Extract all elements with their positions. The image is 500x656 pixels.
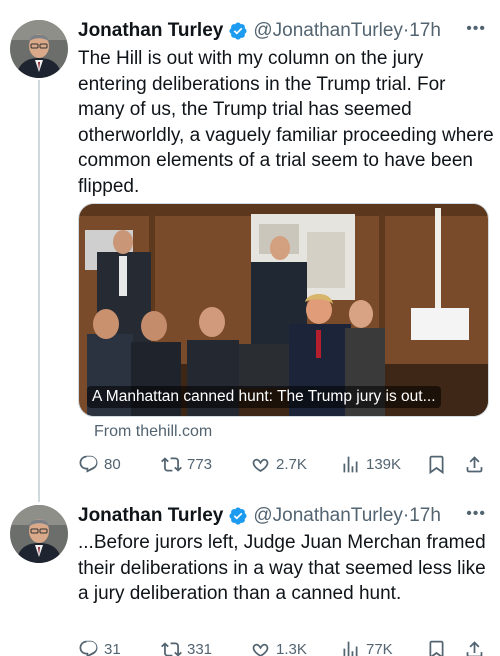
verified-badge-icon <box>228 21 248 41</box>
verified-badge-icon <box>228 506 248 526</box>
like-count: 2.7K <box>276 455 307 473</box>
repost-icon <box>161 456 182 472</box>
views-icon <box>343 456 358 472</box>
views-count: 139K <box>366 455 402 473</box>
avatar[interactable] <box>10 20 68 78</box>
reply-count: 31 <box>104 640 121 656</box>
bookmark-button[interactable] <box>426 454 447 475</box>
like-button[interactable]: 1.3K <box>250 639 307 656</box>
share-button[interactable] <box>464 454 485 475</box>
action-bar: 80 773 2.7K 139K <box>78 452 494 476</box>
repost-button[interactable]: 773 <box>161 454 212 475</box>
timestamp[interactable]: 17h <box>409 505 441 527</box>
share-icon <box>466 455 483 472</box>
reply-icon <box>79 640 98 656</box>
reply-button[interactable]: 80 <box>78 454 121 475</box>
share-icon <box>466 640 483 656</box>
views-count: 77K <box>366 640 393 656</box>
tweet-text: ...Before jurors left, Judge Juan Mercha… <box>78 532 486 604</box>
link-card[interactable]: A Manhattan canned hunt: The Trump jury … <box>78 203 489 417</box>
like-icon <box>252 458 269 472</box>
card-title[interactable]: A Manhattan canned hunt: The Trump jury … <box>87 386 441 408</box>
tweet-1[interactable]: Jonathan Turley @JonathanTurley · 17h ••… <box>0 0 500 490</box>
author-handle[interactable]: @JonathanTurley <box>253 505 403 527</box>
tweet-text: The Hill is out with my column on the ju… <box>78 48 494 197</box>
repost-button[interactable]: 331 <box>161 639 212 656</box>
more-icon[interactable]: ••• <box>466 20 486 38</box>
action-bar: 31 331 1.3K 77K <box>78 637 494 656</box>
card-source[interactable]: From thehill.com <box>94 423 212 441</box>
bookmark-icon <box>429 640 444 656</box>
tweet-2[interactable]: Jonathan Turley @JonathanTurley · 17h ••… <box>0 495 500 656</box>
reply-count: 80 <box>104 455 121 473</box>
views-icon <box>343 641 358 656</box>
timestamp[interactable]: 17h <box>409 20 441 42</box>
repost-count: 773 <box>187 455 213 473</box>
tweet-header: Jonathan Turley @JonathanTurley · 17h ••… <box>78 503 490 529</box>
reply-button[interactable]: 31 <box>78 639 121 656</box>
bookmark-icon <box>429 455 444 474</box>
like-count: 1.3K <box>276 640 307 656</box>
author-name[interactable]: Jonathan Turley <box>78 20 223 42</box>
tweet-header: Jonathan Turley @JonathanTurley · 17h ••… <box>78 18 490 44</box>
avatar[interactable] <box>10 505 68 563</box>
more-icon[interactable]: ••• <box>466 505 486 523</box>
author-handle[interactable]: @JonathanTurley <box>253 20 403 42</box>
repost-count: 331 <box>187 640 213 656</box>
repost-icon <box>161 641 182 656</box>
author-name[interactable]: Jonathan Turley <box>78 505 223 527</box>
views-button[interactable]: 77K <box>340 639 393 656</box>
views-button[interactable]: 139K <box>340 454 401 475</box>
share-button[interactable] <box>464 639 485 656</box>
reply-icon <box>79 455 98 473</box>
like-icon <box>252 643 269 656</box>
like-button[interactable]: 2.7K <box>250 454 307 475</box>
bookmark-button[interactable] <box>426 639 447 656</box>
